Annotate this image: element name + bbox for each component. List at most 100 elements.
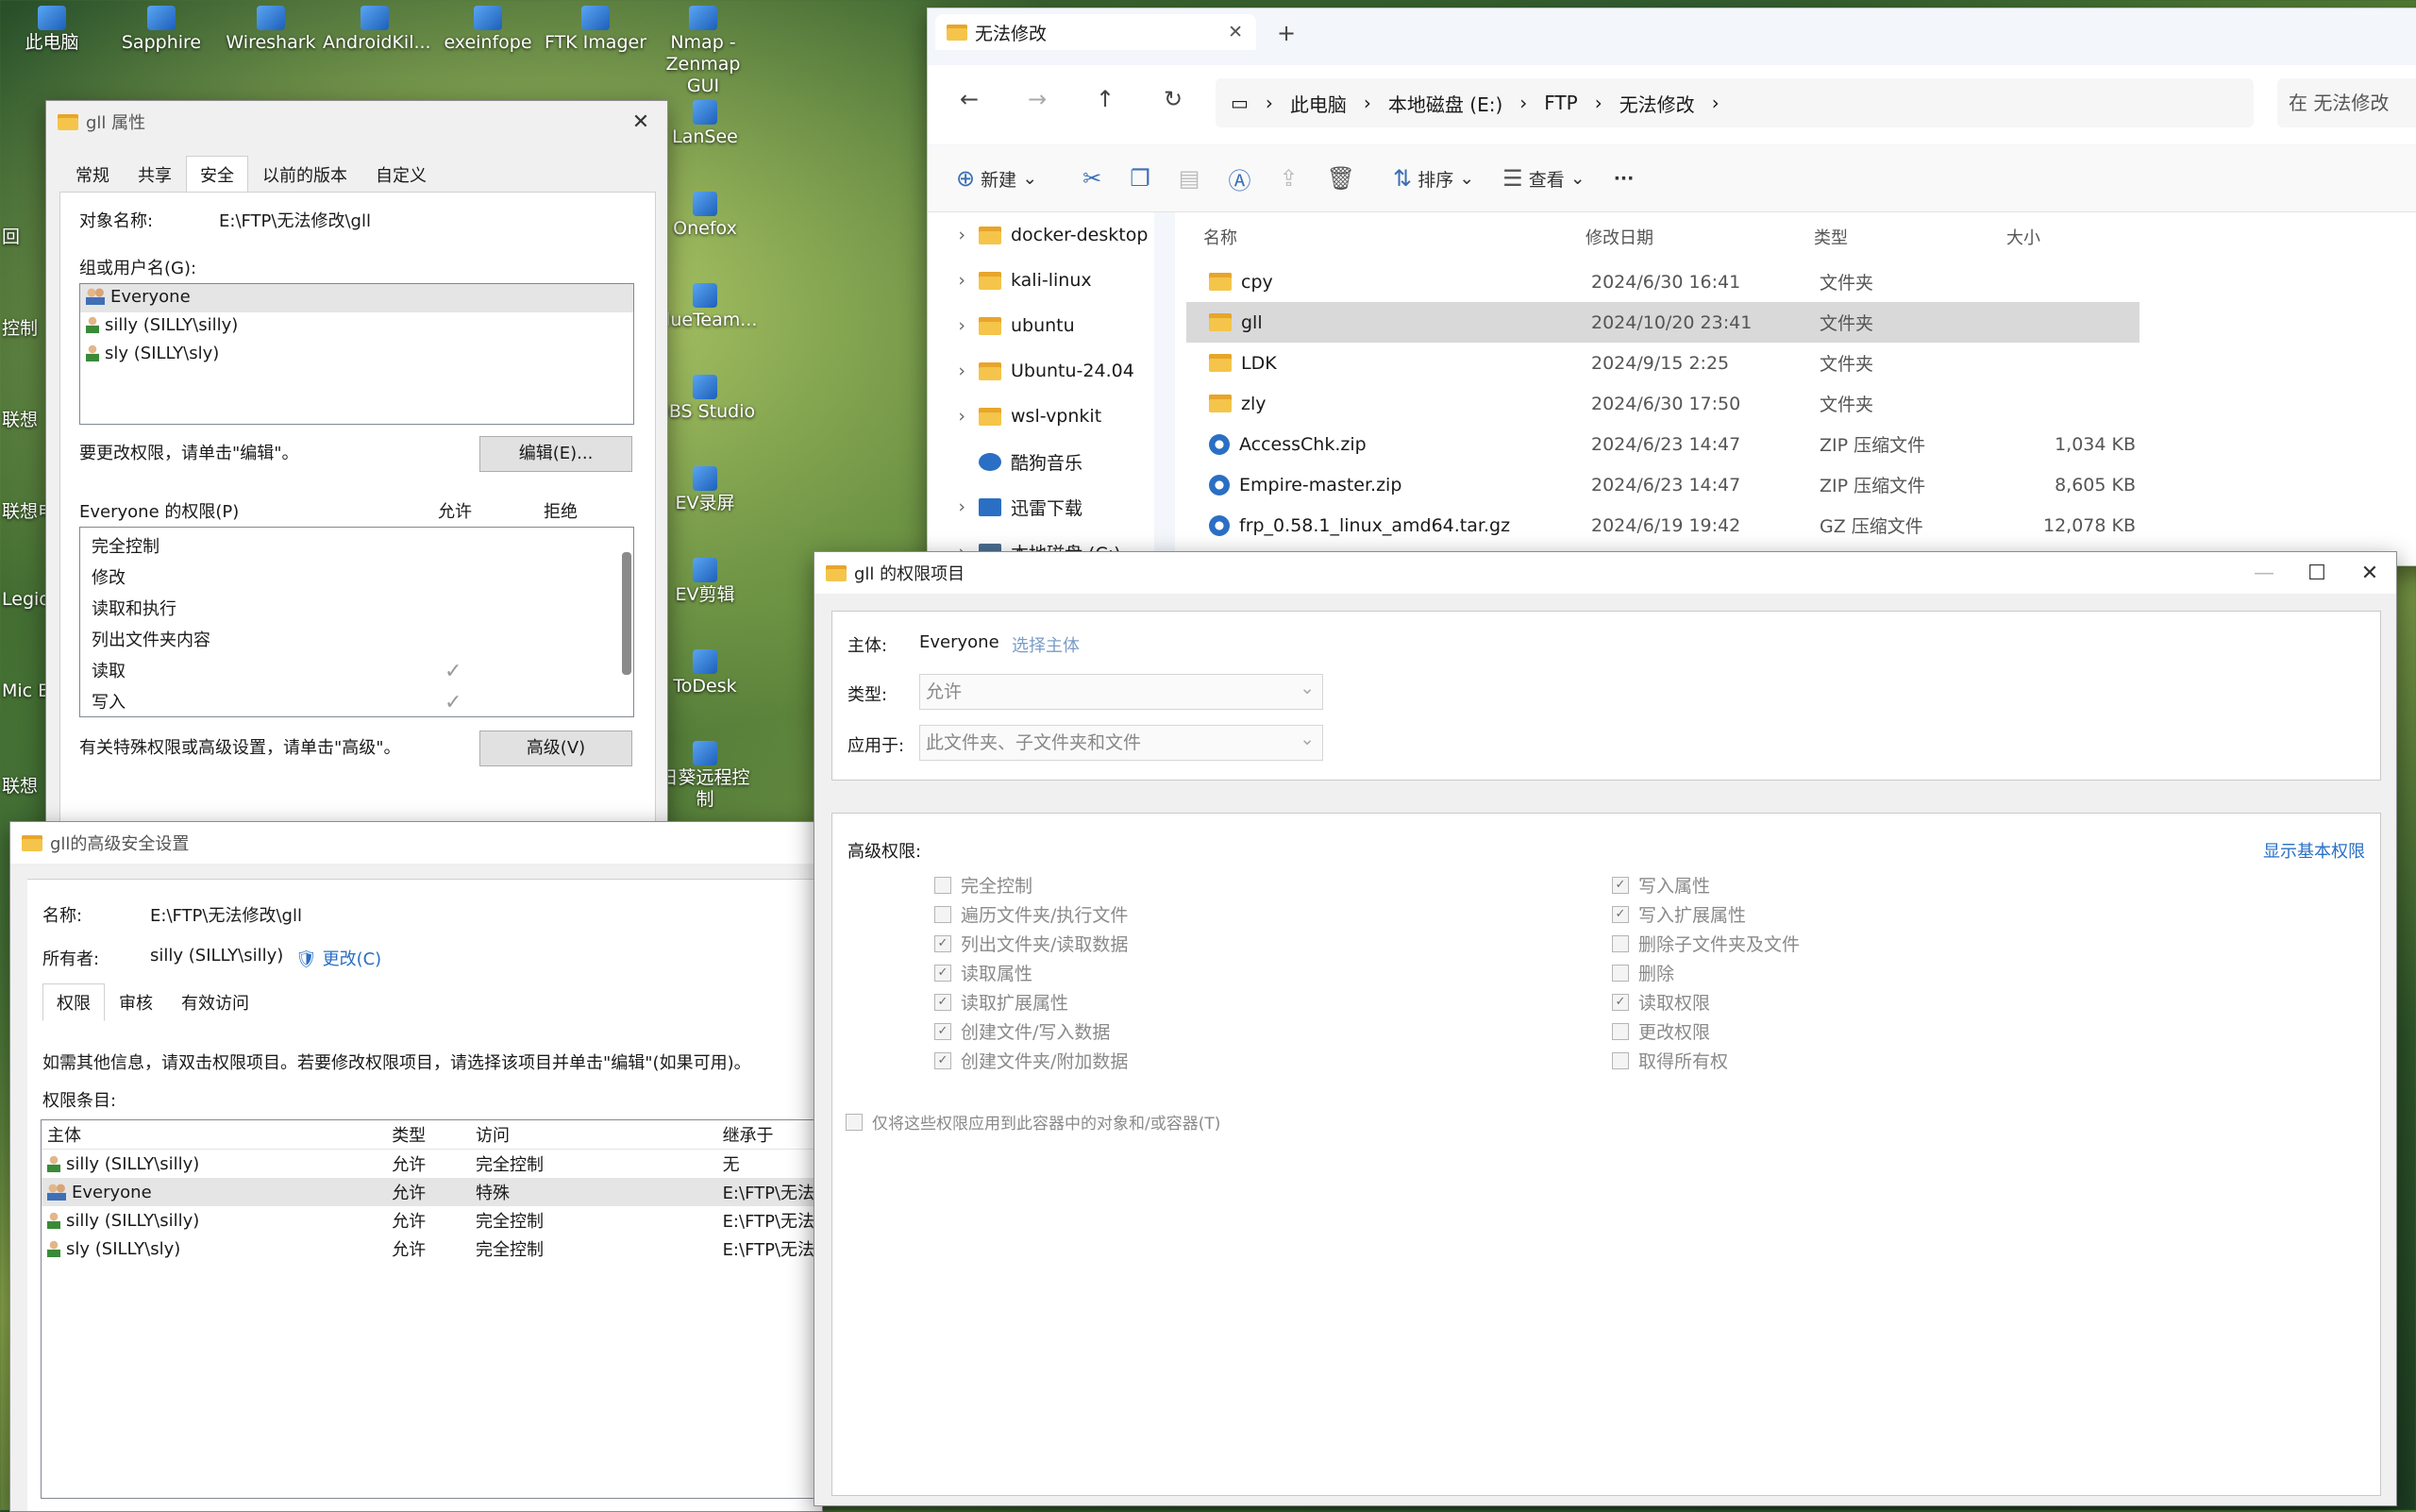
tree-item[interactable]: › wsl-vpnkit — [928, 394, 1154, 439]
copy-icon[interactable]: ❐ — [1130, 165, 1150, 192]
table-row[interactable]: sly (SILLY\sly) 允许 完全控制 E:\FTP\无法 — [42, 1235, 822, 1263]
tab[interactable]: 以前的版本 — [248, 156, 361, 193]
change-owner-link[interactable]: 🛡 更改(C) — [295, 946, 381, 970]
desktop-icon-label[interactable]: 联想 — [2, 406, 38, 431]
file-row[interactable]: zly 2024/6/30 17:50 文件夹 — [1186, 383, 2139, 424]
up-icon[interactable]: ↑ — [1096, 86, 1115, 112]
tree-item[interactable]: › docker-desktop — [928, 212, 1154, 258]
permission-checkbox[interactable]: ✓ 写入属性 — [1612, 872, 1710, 898]
sort-button[interactable]: ⇅ 排序 ⌄ — [1393, 165, 1474, 192]
permission-checkbox[interactable]: ✓ 创建文件夹/附加数据 — [934, 1048, 1128, 1073]
desktop-icon[interactable]: 日葵远程控制 — [653, 735, 757, 811]
breadcrumb-item[interactable]: 无法修改 — [1619, 90, 1695, 117]
chevron-right-icon[interactable]: › — [928, 406, 979, 427]
tree-item[interactable]: › Ubuntu-24.04 — [928, 348, 1154, 394]
desktop-icon[interactable]: Wireshark — [219, 0, 323, 54]
file-row[interactable]: frp_0.58.1_linux_amd64.tar.gz 2024/6/19 1… — [1186, 505, 2139, 546]
rename-icon[interactable]: Ⓐ — [1228, 162, 1250, 195]
tree-item[interactable]: 酷狗音乐 — [928, 439, 1154, 484]
new-button[interactable]: ⊕ 新建 ⌄ — [956, 165, 1037, 192]
user-listbox[interactable]: Everyone silly (SILLY\silly) sly (SILLY\sl… — [79, 283, 634, 425]
breadcrumb[interactable]: ▭ › 此电脑 › 本地磁盘 (E:) › FTP › 无法修改 › — [1216, 78, 2254, 127]
table-row[interactable]: Everyone 允许 特殊 E:\FTP\无法 — [42, 1178, 822, 1206]
column-header[interactable]: 继承于 — [723, 1122, 822, 1147]
file-row[interactable]: LDK 2024/9/15 2:25 文件夹 — [1186, 343, 2139, 383]
minimize-icon[interactable]: — — [2238, 562, 2290, 585]
desktop-icon[interactable]: LanSee — [653, 94, 757, 148]
permission-entries-table[interactable]: 主体 类型 访问 继承于 silly (SILLY\silly) 允许 完全控制无 Ever… — [41, 1119, 822, 1499]
apply-only-checkbox[interactable]: 仅将这些权限应用到此容器中的对象和/或容器(T) — [846, 1110, 1220, 1134]
view-button[interactable]: ☰ 查看 ⌄ — [1502, 165, 1586, 192]
back-icon[interactable]: ← — [960, 86, 979, 112]
permission-checkbox[interactable]: ✓ 列出文件夹/读取数据 — [934, 931, 1128, 956]
permission-checkbox[interactable]: 取得所有权 — [1612, 1048, 1728, 1073]
permission-checkbox[interactable]: 删除子文件夹及文件 — [1612, 931, 1800, 956]
type-select[interactable]: 允许 — [919, 671, 1323, 710]
close-icon[interactable]: ✕ — [2343, 562, 2396, 585]
column-size[interactable]: 大小 — [2003, 225, 2134, 249]
desktop-icon[interactable]: ToDesk — [653, 644, 757, 697]
column-type[interactable]: 类型 — [1814, 225, 2003, 249]
desktop-icon[interactable]: AndroidKil... — [323, 0, 431, 54]
desktop-icon-label[interactable]: Legio — [2, 589, 50, 610]
tab[interactable]: 共享 — [124, 156, 186, 193]
column-date[interactable]: 修改日期 — [1576, 225, 1814, 249]
close-icon[interactable]: ✕ — [614, 110, 667, 134]
desktop-icon[interactable]: Sapphire — [109, 0, 213, 54]
tab[interactable]: 常规 — [61, 156, 124, 193]
permission-checkbox[interactable]: ✓ 创建文件/写入数据 — [934, 1018, 1110, 1044]
permission-checkbox[interactable]: 完全控制 — [934, 872, 1032, 898]
tab[interactable]: 安全 — [186, 156, 248, 193]
maximize-icon[interactable]: ☐ — [2290, 562, 2343, 585]
desktop-icon-label[interactable]: 回 — [2, 223, 20, 248]
permission-checkbox[interactable]: 删除 — [1612, 960, 1674, 985]
chevron-right-icon[interactable]: › — [928, 361, 979, 381]
search-input[interactable]: 在 无法修改 — [2277, 78, 2416, 127]
breadcrumb-item[interactable]: 此电脑 — [1290, 90, 1347, 117]
user-list-item[interactable]: silly (SILLY\silly) — [80, 312, 633, 341]
user-list-item[interactable]: Everyone — [80, 284, 633, 312]
permission-checkbox[interactable]: ✓ 写入扩展属性 — [1612, 901, 1746, 927]
paste-icon[interactable]: ▤ — [1179, 165, 1200, 192]
permission-checkbox[interactable]: ✓ 读取属性 — [934, 960, 1032, 985]
cut-icon[interactable]: ✂ — [1082, 165, 1101, 192]
explorer-tab[interactable]: 无法修改 ✕ — [935, 14, 1256, 50]
file-row[interactable]: cpy 2024/6/30 16:41 文件夹 — [1186, 261, 2139, 302]
edit-button[interactable]: 编辑(E)... — [479, 436, 632, 472]
breadcrumb-item[interactable]: FTP — [1544, 92, 1577, 114]
permission-checkbox[interactable]: 更改权限 — [1612, 1018, 1710, 1044]
file-row[interactable]: Empire-master.zip 2024/6/23 14:47 ZIP 压缩文件… — [1186, 464, 2139, 505]
permission-checkbox[interactable]: ✓ 读取扩展属性 — [934, 989, 1068, 1015]
column-header[interactable]: 主体 — [42, 1122, 392, 1147]
chevron-right-icon[interactable]: › — [928, 496, 979, 517]
permission-checkbox[interactable]: ✓ 读取权限 — [1612, 989, 1710, 1015]
desktop-icon[interactable]: Onefox — [653, 186, 757, 240]
permission-checkbox[interactable]: 遍历文件夹/执行文件 — [934, 901, 1128, 927]
select-principal-link[interactable]: 选择主体 — [1012, 632, 1080, 657]
desktop-icon-label[interactable]: 联想 — [2, 772, 38, 798]
table-row[interactable]: silly (SILLY\silly) 允许 完全控制 E:\FTP\无法 — [42, 1206, 822, 1235]
new-tab-icon[interactable]: + — [1277, 20, 1296, 46]
chevron-right-icon[interactable]: › — [928, 225, 979, 245]
more-options-icon[interactable]: ··· — [1614, 168, 1635, 189]
desktop-icon[interactable]: EV剪辑 — [653, 552, 757, 606]
forward-icon[interactable]: → — [1028, 86, 1047, 112]
scrollbar-thumb[interactable] — [622, 552, 631, 675]
permissions-listbox[interactable]: 完全控制 修改 读取和执行 列出文件夹内容 读取 ✓ 写入 ✓ — [79, 527, 634, 717]
user-list-item[interactable]: sly (SILLY\sly) — [80, 341, 633, 369]
desktop-icon[interactable]: 此电脑 — [0, 0, 104, 54]
table-row[interactable]: silly (SILLY\silly) 允许 完全控制 无 — [42, 1150, 822, 1178]
desktop-icon-label[interactable]: Mic E — [2, 680, 49, 701]
desktop-icon[interactable]: EV录屏 — [653, 461, 757, 514]
column-header[interactable]: 类型 — [392, 1122, 476, 1147]
tab[interactable]: 自定义 — [361, 156, 441, 193]
applies-to-select[interactable]: 此文件夹、子文件夹和文件 — [919, 722, 1323, 761]
desktop-icon[interactable]: OBS Studio — [653, 369, 757, 423]
chevron-right-icon[interactable]: › — [928, 315, 979, 336]
close-tab-icon[interactable]: ✕ — [1228, 22, 1243, 42]
file-row[interactable]: AccessChk.zip 2024/6/23 14:47 ZIP 压缩文件 1,03… — [1186, 424, 2139, 464]
tab[interactable]: 审核 — [105, 983, 167, 1021]
column-name[interactable]: 名称 — [1175, 225, 1576, 249]
desktop-icon-label[interactable]: 控制 — [2, 314, 38, 340]
chevron-right-icon[interactable]: › — [928, 270, 979, 291]
